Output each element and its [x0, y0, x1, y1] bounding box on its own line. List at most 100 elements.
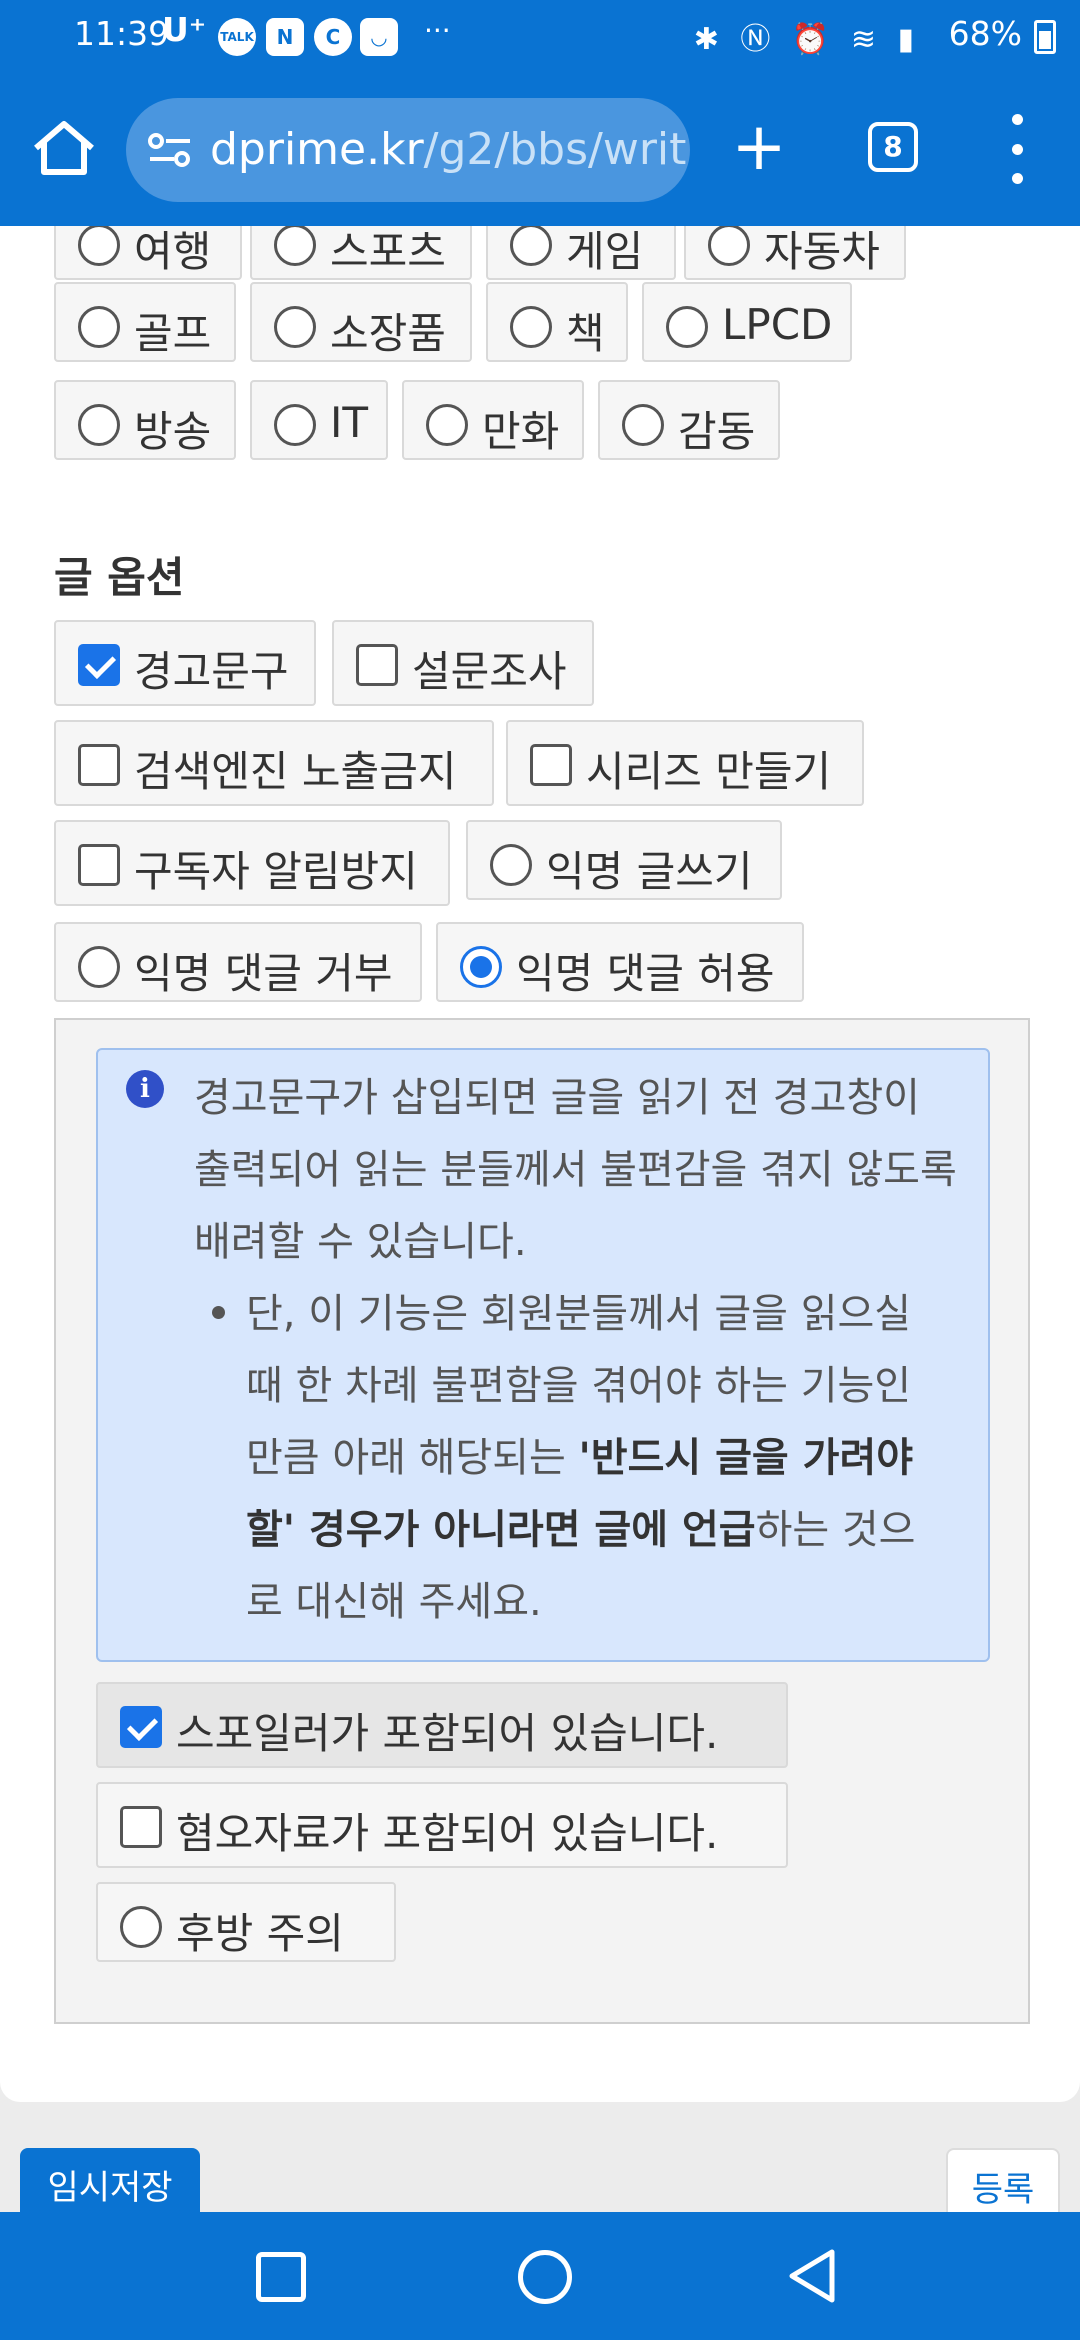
category-collectibles[interactable]: 소장품 — [250, 282, 472, 362]
option-series[interactable]: 시리즈 만들기 — [506, 720, 864, 806]
category-broadcast[interactable]: 방송 — [54, 380, 236, 460]
system-icons: ✱ Ⓝ ⏰ ≋ ▮ — [693, 22, 920, 57]
category-option[interactable]: 자동차 — [684, 226, 906, 280]
warning-settings-box: i 경고문구가 삽입되면 글을 읽기 전 경고창이 출력되어 읽는 분들께서 불… — [54, 1018, 1030, 2024]
url-text: dprime.kr/g2/bbs/writ — [210, 124, 686, 175]
radio[interactable] — [622, 404, 664, 446]
category-label: 만화 — [482, 407, 560, 456]
checkbox[interactable] — [78, 744, 120, 786]
bullet-dot — [212, 1306, 225, 1319]
menu-dot — [1012, 173, 1023, 184]
browser-toolbar: dprime.kr/g2/bbs/writ + 8 — [0, 74, 1080, 226]
radio[interactable] — [274, 404, 316, 446]
option-no-search-engine[interactable]: 검색엔진 노출금지 — [54, 720, 494, 806]
radio[interactable] — [460, 946, 502, 988]
radio[interactable] — [426, 404, 468, 446]
more-notifications-icon: ··· — [424, 14, 451, 47]
category-label: 골프 — [134, 309, 212, 358]
carrier-label: U⁺ — [162, 10, 207, 49]
category-comics[interactable]: 만화 — [402, 380, 584, 460]
warning-spoiler[interactable]: 스포일러가 포함되어 있습니다. — [96, 1682, 788, 1768]
category-label: IT — [330, 398, 369, 447]
option-anonymous-comment-reject[interactable]: 익명 댓글 거부 — [54, 922, 422, 1002]
radio[interactable] — [708, 226, 750, 266]
info-bullet-text: 단, 이 기능은 회원분들께서 글을 읽으실 때 한 차례 불편함을 겪어야 하… — [246, 1278, 946, 1638]
warning-disgusting[interactable]: 혐오자료가 포함되어 있습니다. — [96, 1782, 788, 1868]
checkbox[interactable] — [120, 1806, 162, 1848]
url-field[interactable]: dprime.kr/g2/bbs/writ — [126, 98, 690, 202]
menu-dot — [1012, 144, 1023, 155]
category-label: 감동 — [678, 407, 756, 456]
battery-percent: 68% — [948, 14, 1022, 53]
option-label: 익명 글쓰기 — [546, 847, 753, 896]
radio[interactable] — [78, 226, 120, 266]
battery-icon — [1034, 20, 1056, 54]
option-label: 검색엔진 노출금지 — [134, 747, 457, 796]
home-button[interactable] — [30, 118, 98, 178]
back-button[interactable] — [784, 2246, 840, 2306]
category-books[interactable]: 책 — [486, 282, 628, 362]
radio[interactable] — [274, 226, 316, 266]
option-label: 설문조사 — [412, 647, 567, 696]
radio[interactable] — [510, 226, 552, 266]
radio[interactable] — [120, 1906, 162, 1948]
option-label: 익명 댓글 거부 — [134, 949, 393, 998]
checkbox[interactable] — [356, 644, 398, 686]
url-host: dprime.kr — [210, 124, 424, 175]
option-label: 익명 댓글 허용 — [516, 949, 775, 998]
radio[interactable] — [78, 306, 120, 348]
radio[interactable] — [510, 306, 552, 348]
option-no-subscriber-notify[interactable]: 구독자 알림방지 — [54, 820, 450, 906]
option-label: 구독자 알림방지 — [134, 847, 418, 896]
radio[interactable] — [666, 306, 708, 348]
radio[interactable] — [78, 404, 120, 446]
checkbox[interactable] — [78, 844, 120, 886]
option-label: 경고문구 — [134, 647, 289, 696]
category-label: 자동차 — [764, 227, 880, 276]
status-bar: 11:39 U⁺ TALK N C ◡ ··· ✱ Ⓝ ⏰ ≋ ▮ 68% — [0, 0, 1080, 74]
menu-dot — [1012, 114, 1023, 125]
warning-nsfw[interactable]: 후방 주의 — [96, 1882, 396, 1962]
c-icon: C — [314, 18, 352, 56]
warning-label: 혐오자료가 포함되어 있습니다. — [176, 1809, 719, 1858]
option-anonymous-comment-allow[interactable]: 익명 댓글 허용 — [436, 922, 804, 1002]
plus-icon: + — [731, 108, 787, 185]
smile-icon: ◡ — [360, 18, 398, 56]
info-icon: i — [126, 1070, 164, 1108]
category-label: 여행 — [134, 227, 212, 276]
category-option[interactable]: 스포츠 — [250, 226, 472, 280]
recents-button[interactable] — [256, 2252, 306, 2302]
category-touching[interactable]: 감동 — [598, 380, 780, 460]
post-form-panel: 여행 스포츠 게임 자동차 골프 소장품 책 LPCD 방송 IT 만화 감동 … — [0, 226, 1080, 2102]
radio[interactable] — [274, 306, 316, 348]
checkbox[interactable] — [530, 744, 572, 786]
category-golf[interactable]: 골프 — [54, 282, 236, 362]
post-options-title: 글 옵션 — [54, 553, 185, 602]
more-menu-button[interactable] — [1000, 114, 1036, 184]
category-label: LPCD — [722, 300, 833, 349]
checkbox[interactable] — [120, 1706, 162, 1748]
warning-label: 스포일러가 포함되어 있습니다. — [176, 1709, 719, 1758]
new-tab-button[interactable]: + — [728, 104, 790, 190]
system-navigation-bar — [0, 2212, 1080, 2340]
naver-icon: N — [266, 18, 304, 56]
category-option[interactable]: 여행 — [54, 226, 242, 280]
warning-label: 후방 주의 — [176, 1909, 344, 1958]
category-lpcd[interactable]: LPCD — [642, 282, 852, 362]
home-nav-button[interactable] — [518, 2250, 572, 2304]
category-label: 책 — [566, 309, 605, 358]
category-option[interactable]: 게임 — [486, 226, 676, 280]
info-text: 경고문구가 삽입되면 글을 읽기 전 경고창이 출력되어 읽는 분들께서 불편감… — [194, 1075, 957, 1265]
option-anonymous-write[interactable]: 익명 글쓰기 — [466, 820, 782, 900]
tab-switcher-button[interactable]: 8 — [868, 122, 918, 172]
category-label: 게임 — [566, 227, 644, 276]
site-settings-icon — [148, 133, 190, 167]
checkbox[interactable] — [78, 644, 120, 686]
radio[interactable] — [78, 946, 120, 988]
radio[interactable] — [490, 844, 532, 886]
talk-icon: TALK — [218, 18, 256, 56]
option-warning[interactable]: 경고문구 — [54, 620, 316, 706]
option-survey[interactable]: 설문조사 — [332, 620, 594, 706]
category-label: 소장품 — [330, 309, 446, 358]
category-it[interactable]: IT — [250, 380, 388, 460]
